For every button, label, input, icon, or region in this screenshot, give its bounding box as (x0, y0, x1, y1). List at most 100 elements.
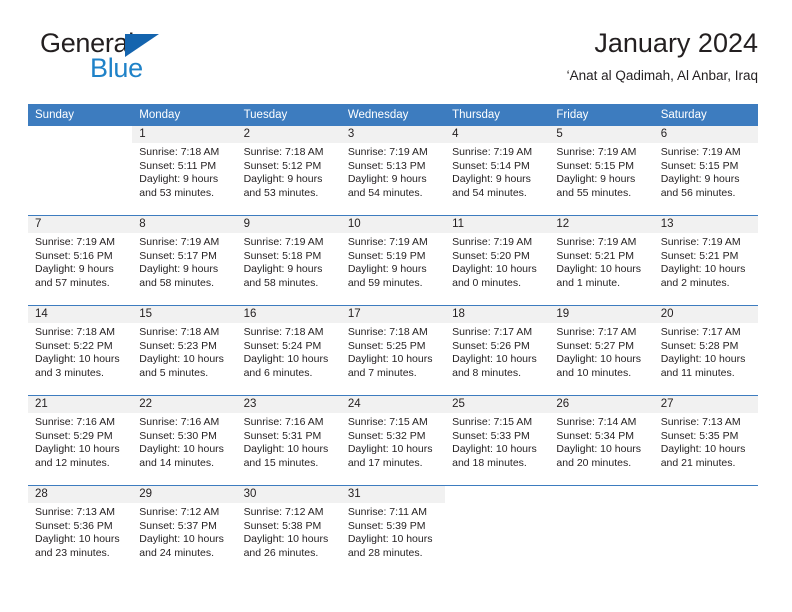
calendar-day-cell[interactable]: 30 Sunrise: 7:12 AM Sunset: 5:38 PM Dayligh… (236, 485, 341, 575)
calendar-day-cell[interactable]: 15 Sunrise: 7:18 AM Sunset: 5:23 PM Dayligh… (132, 305, 237, 396)
day-number: 23 (236, 396, 341, 413)
day-number: 25 (445, 396, 550, 413)
calendar-day-cell[interactable]: 17 Sunrise: 7:18 AM Sunset: 5:25 PM Dayligh… (340, 305, 446, 396)
calendar-day-cell[interactable]: 16 Sunrise: 7:18 AM Sunset: 5:24 PM Dayligh… (236, 305, 341, 396)
day-detail-line: Daylight: 10 hours (556, 263, 642, 276)
day-details: Sunrise: 7:14 AM Sunset: 5:34 PM Daylight:… (549, 413, 653, 470)
calendar-day-cell[interactable]: 7 Sunrise: 7:19 AM Sunset: 5:16 PM Daylight… (28, 215, 133, 306)
day-detail-line: and 12 minutes. (35, 456, 110, 469)
day-details: Sunrise: 7:16 AM Sunset: 5:30 PM Daylight:… (132, 413, 236, 470)
calendar-day-cell[interactable]: 1 Sunrise: 7:18 AM Sunset: 5:11 PM Daylight… (132, 126, 237, 216)
day-detail-line: Sunrise: 7:18 AM (139, 326, 220, 338)
calendar-day-cell[interactable]: 10 Sunrise: 7:19 AM Sunset: 5:19 PM Dayligh… (340, 215, 446, 306)
calendar-day-cell[interactable]: 14 Sunrise: 7:18 AM Sunset: 5:22 PM Dayligh… (28, 305, 133, 396)
day-cell-inner: 9 Sunrise: 7:19 AM Sunset: 5:18 PM Daylight… (236, 216, 341, 305)
page-header: General Blue January 2024 ‘Anat al Qadim… (28, 26, 758, 98)
day-cell-inner: 14 Sunrise: 7:18 AM Sunset: 5:22 PM Dayligh… (28, 306, 133, 395)
day-detail-line: Sunrise: 7:19 AM (139, 236, 220, 248)
day-detail-line: Daylight: 10 hours (243, 533, 329, 546)
day-detail-line: and 53 minutes. (243, 186, 319, 199)
calendar-week-row: 14 Sunrise: 7:18 AM Sunset: 5:22 PM Dayligh… (28, 305, 758, 396)
day-detail-line: and 26 minutes. (243, 546, 319, 559)
calendar-day-cell[interactable]: 18 Sunrise: 7:17 AM Sunset: 5:26 PM Dayligh… (445, 305, 550, 396)
day-cell-inner: 4 Sunrise: 7:19 AM Sunset: 5:14 PM Daylight… (445, 126, 550, 215)
day-cell-inner: 6 Sunrise: 7:19 AM Sunset: 5:15 PM Daylight… (653, 126, 758, 215)
calendar-day-cell[interactable]: 29 Sunrise: 7:12 AM Sunset: 5:37 PM Dayligh… (132, 485, 237, 575)
day-detail-line: Daylight: 9 hours (139, 263, 219, 276)
calendar-day-cell[interactable]: 11 Sunrise: 7:19 AM Sunset: 5:20 PM Dayligh… (445, 215, 550, 306)
calendar-day-cell[interactable]: 12 Sunrise: 7:19 AM Sunset: 5:21 PM Dayligh… (549, 215, 654, 306)
day-detail-line: Sunset: 5:39 PM (347, 519, 426, 532)
calendar-day-cell[interactable]: 22 Sunrise: 7:16 AM Sunset: 5:30 PM Dayligh… (132, 395, 237, 486)
day-detail-line: Daylight: 10 hours (243, 443, 329, 456)
day-detail-line: and 0 minutes. (452, 276, 522, 289)
day-detail-line: and 24 minutes. (139, 546, 214, 559)
calendar-day-cell[interactable]: 3 Sunrise: 7:19 AM Sunset: 5:13 PM Daylight… (340, 126, 446, 216)
day-detail-line: Sunrise: 7:19 AM (556, 146, 637, 158)
day-details: Sunrise: 7:19 AM Sunset: 5:14 PM Daylight:… (445, 143, 549, 200)
day-number: 12 (549, 216, 654, 233)
calendar-day-cell[interactable]: 19 Sunrise: 7:17 AM Sunset: 5:27 PM Dayligh… (549, 305, 654, 396)
day-detail-line: and 58 minutes. (139, 276, 214, 289)
day-details (549, 503, 653, 506)
day-details: Sunrise: 7:13 AM Sunset: 5:36 PM Daylight:… (28, 503, 132, 560)
weekday-header-friday: Friday (549, 104, 654, 126)
day-details (445, 503, 549, 506)
day-detail-line: Sunrise: 7:18 AM (243, 146, 324, 158)
day-detail-line: Sunrise: 7:19 AM (243, 236, 324, 248)
day-detail-line: Daylight: 9 hours (139, 173, 219, 186)
day-detail-line: Sunrise: 7:18 AM (347, 326, 428, 338)
day-detail-line: Daylight: 9 hours (243, 263, 323, 276)
calendar-day-cell[interactable]: 27 Sunrise: 7:13 AM Sunset: 5:35 PM Dayligh… (653, 395, 758, 486)
calendar-day-cell[interactable]: 23 Sunrise: 7:16 AM Sunset: 5:31 PM Dayligh… (236, 395, 341, 486)
day-detail-line: Daylight: 10 hours (347, 533, 433, 546)
day-detail-line: and 6 minutes. (243, 366, 313, 379)
day-detail-line: and 3 minutes. (35, 366, 104, 379)
day-detail-line: Daylight: 9 hours (347, 173, 427, 186)
general-blue-logo[interactable]: General Blue (28, 26, 248, 90)
day-detail-line: Sunrise: 7:11 AM (347, 506, 428, 518)
day-detail-line: Daylight: 9 hours (35, 263, 114, 276)
day-detail-line: and 20 minutes. (556, 456, 632, 469)
day-detail-line: and 2 minutes. (660, 276, 730, 289)
calendar-day-cell[interactable]: 25 Sunrise: 7:15 AM Sunset: 5:33 PM Dayligh… (445, 395, 550, 486)
day-detail-line: and 14 minutes. (139, 456, 214, 469)
day-details: Sunrise: 7:16 AM Sunset: 5:29 PM Daylight:… (28, 413, 132, 470)
day-number: 14 (28, 306, 133, 323)
calendar-day-cell[interactable]: 13 Sunrise: 7:19 AM Sunset: 5:21 PM Dayligh… (653, 215, 758, 306)
calendar-day-cell[interactable]: 9 Sunrise: 7:19 AM Sunset: 5:18 PM Daylight… (236, 215, 341, 306)
calendar-day-cell[interactable]: 28 Sunrise: 7:13 AM Sunset: 5:36 PM Dayligh… (28, 485, 133, 575)
day-number: 29 (132, 486, 237, 503)
day-details: Sunrise: 7:18 AM Sunset: 5:11 PM Daylight:… (132, 143, 236, 200)
calendar-day-cell[interactable]: 2 Sunrise: 7:18 AM Sunset: 5:12 PM Daylight… (236, 126, 341, 216)
calendar-day-cell[interactable]: 5 Sunrise: 7:19 AM Sunset: 5:15 PM Daylight… (549, 126, 654, 216)
day-detail-line: Daylight: 10 hours (347, 353, 433, 366)
calendar-day-cell[interactable]: 21 Sunrise: 7:16 AM Sunset: 5:29 PM Dayligh… (28, 395, 133, 486)
day-detail-line: Sunrise: 7:13 AM (35, 506, 115, 518)
calendar-day-cell[interactable]: 24 Sunrise: 7:15 AM Sunset: 5:32 PM Dayligh… (340, 395, 446, 486)
calendar-day-cell[interactable]: 4 Sunrise: 7:19 AM Sunset: 5:14 PM Daylight… (445, 126, 550, 216)
calendar-day-cell[interactable]: 8 Sunrise: 7:19 AM Sunset: 5:17 PM Daylight… (132, 215, 237, 306)
day-cell-inner: 19 Sunrise: 7:17 AM Sunset: 5:27 PM Dayligh… (549, 306, 654, 395)
sunrise-sunset-calendar: Sunday Monday Tuesday Wednesday Thursday… (28, 104, 758, 575)
day-detail-line: Sunrise: 7:15 AM (452, 416, 533, 428)
calendar-day-cell[interactable]: 31 Sunrise: 7:11 AM Sunset: 5:39 PM Dayligh… (340, 485, 446, 575)
day-number: 3 (340, 126, 446, 143)
calendar-day-cell[interactable]: 6 Sunrise: 7:19 AM Sunset: 5:15 PM Daylight… (653, 126, 758, 216)
calendar-week-row: 7 Sunrise: 7:19 AM Sunset: 5:16 PM Daylight… (28, 215, 758, 306)
day-cell-inner: 1 Sunrise: 7:18 AM Sunset: 5:11 PM Daylight… (132, 126, 237, 215)
day-details: Sunrise: 7:12 AM Sunset: 5:38 PM Daylight:… (237, 503, 341, 560)
day-number: 26 (549, 396, 654, 413)
day-detail-line: Sunrise: 7:19 AM (347, 236, 428, 248)
calendar-day-cell[interactable]: 26 Sunrise: 7:14 AM Sunset: 5:34 PM Dayligh… (549, 395, 654, 486)
day-detail-line: Sunset: 5:15 PM (556, 159, 635, 172)
day-cell-inner: 8 Sunrise: 7:19 AM Sunset: 5:17 PM Daylight… (132, 216, 237, 305)
page-title: January 2024 (594, 28, 758, 58)
day-details: Sunrise: 7:19 AM Sunset: 5:21 PM Daylight:… (549, 233, 653, 290)
day-detail-line: and 58 minutes. (243, 276, 319, 289)
day-detail-line: and 18 minutes. (452, 456, 527, 469)
day-detail-line: and 10 minutes. (556, 366, 632, 379)
day-detail-line: Sunset: 5:35 PM (660, 429, 739, 442)
calendar-day-cell[interactable]: 20 Sunrise: 7:17 AM Sunset: 5:28 PM Dayligh… (653, 305, 758, 396)
day-cell-inner: 2 Sunrise: 7:18 AM Sunset: 5:12 PM Daylight… (236, 126, 341, 215)
